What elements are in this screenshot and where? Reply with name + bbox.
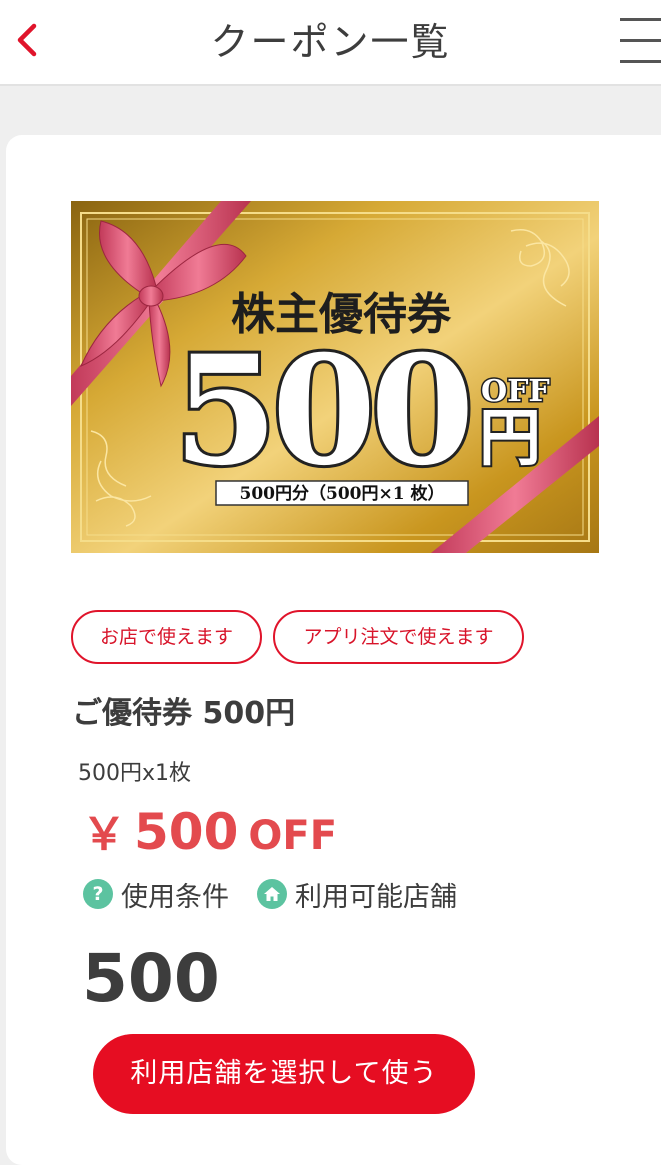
quantity-value: 500 <box>82 940 220 1017</box>
coupon-subtitle: 500円x1枚 <box>78 761 192 786</box>
banner-detail: 500円分（500円×1 枚） <box>240 483 445 504</box>
question-icon: ? <box>83 879 113 909</box>
tag-app-order: アプリ注文で使えます <box>273 610 524 664</box>
coupon-banner-image: 株主優待券 500 OFF 円 500円分（500円×1 枚） <box>71 201 599 553</box>
discount-off-label: OFF <box>248 813 338 859</box>
discount-value: 500 <box>134 803 239 861</box>
tag-in-store: お店で使えます <box>71 610 262 664</box>
select-store-use-button[interactable]: 利用店舗を選択して使う <box>93 1034 475 1114</box>
stores-link[interactable]: 利用可能店舗 <box>257 876 457 913</box>
discount-amount: ￥ 500 OFF <box>82 798 337 862</box>
page-title: クーポン一覧 <box>210 20 451 64</box>
menu-button[interactable] <box>612 15 661 65</box>
terms-link[interactable]: ? 使用条件 <box>83 876 229 913</box>
coupon-title: ご優待券 500円 <box>72 696 296 731</box>
terms-label: 使用条件 <box>121 881 229 913</box>
hamburger-menu-icon <box>620 18 661 21</box>
home-icon <box>257 879 287 909</box>
banner-amount: 500 <box>173 323 468 499</box>
banner-unit: 円 <box>479 401 541 474</box>
yen-symbol: ￥ <box>82 809 126 860</box>
stores-label: 利用可能店舗 <box>295 881 457 913</box>
app-header: クーポン一覧 <box>0 0 661 86</box>
